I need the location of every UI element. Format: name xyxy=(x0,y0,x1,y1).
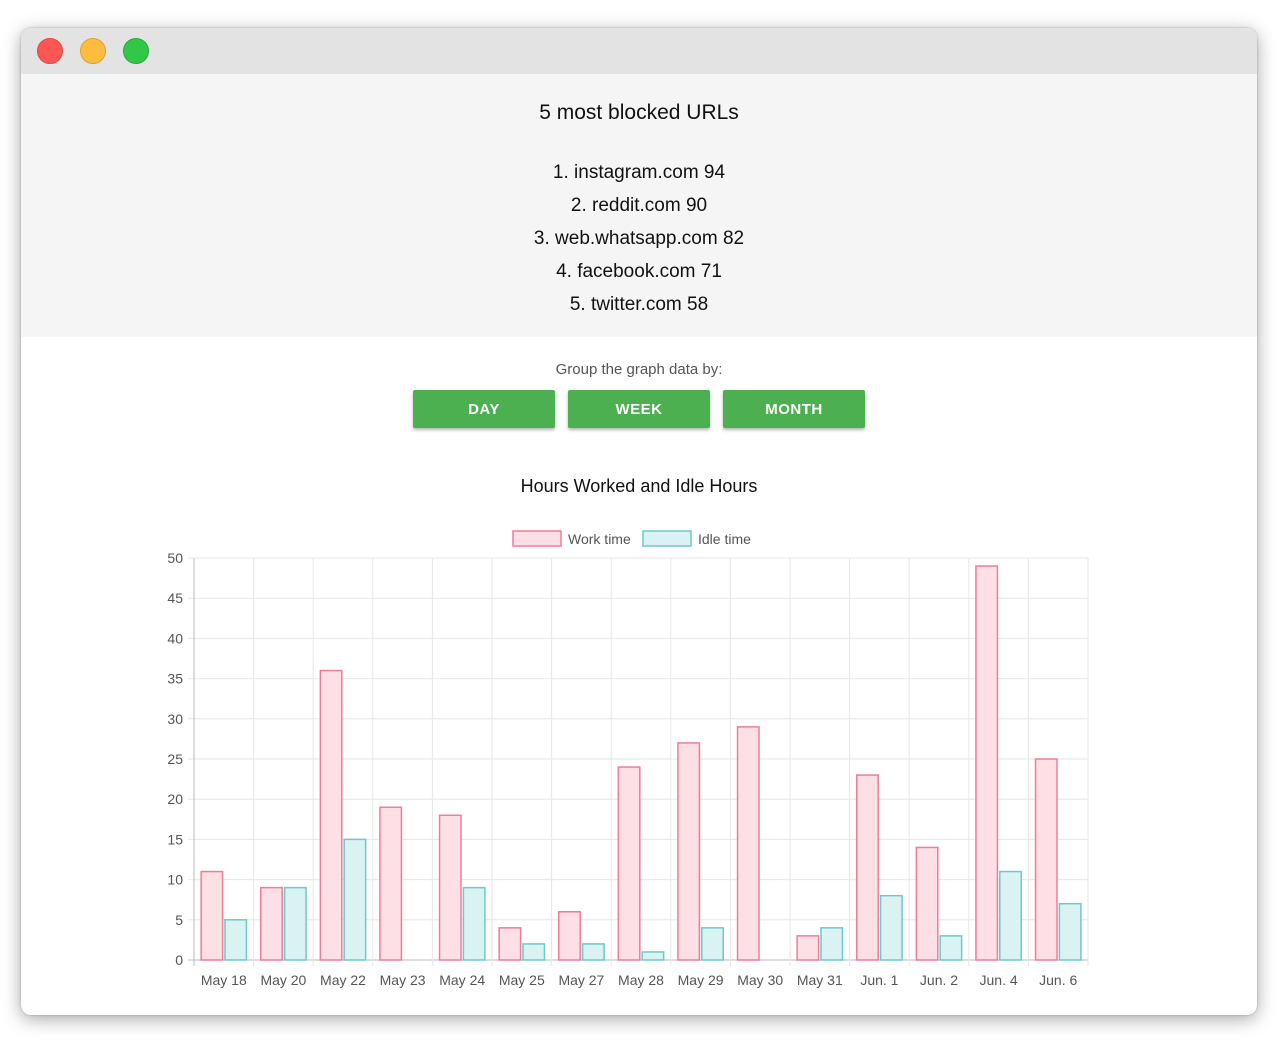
idle-time-bar xyxy=(522,943,546,961)
x-tick-label: Jun. 6 xyxy=(1039,972,1077,988)
x-tick-label: Jun. 2 xyxy=(920,972,958,988)
blocked-url-item: 5. twitter.com 58 xyxy=(569,294,709,315)
work-time-bar xyxy=(736,726,760,961)
x-tick-label: May 23 xyxy=(380,972,426,988)
legend-swatch xyxy=(512,530,562,547)
work-time-bar xyxy=(1034,758,1058,961)
hours-chart: Hours Worked and Idle Hours Work time Idle… xyxy=(21,448,1257,1008)
legend-label: Work time xyxy=(568,531,631,547)
work-time-bar xyxy=(438,814,462,961)
work-time-bar xyxy=(498,927,522,961)
x-tick-label: May 27 xyxy=(558,972,604,988)
y-tick-label: 20 xyxy=(167,791,183,807)
idle-time-bar xyxy=(462,886,486,961)
y-tick-label: 10 xyxy=(167,872,183,888)
x-tick-label: May 25 xyxy=(499,972,545,988)
x-tick-label: May 28 xyxy=(618,972,664,988)
x-tick-label: May 20 xyxy=(260,972,306,988)
y-tick-label: 35 xyxy=(167,671,183,687)
y-tick-label: 30 xyxy=(167,711,183,727)
group-by-label: Group the graph data by: xyxy=(555,361,723,378)
idle-time-bar xyxy=(701,927,724,961)
y-tick-label: 45 xyxy=(167,590,183,606)
blocked-urls-list: 1. instagram.com 94 2. reddit.com 90 3. … xyxy=(21,156,1257,321)
chart-title: Hours Worked and Idle Hours xyxy=(521,476,758,496)
idle-time-bar xyxy=(343,838,367,961)
group-by-day-button[interactable]: DAY xyxy=(413,390,555,428)
work-time-bar xyxy=(915,846,939,961)
group-by-week-button[interactable]: WEEK xyxy=(568,390,710,428)
idle-time-bar xyxy=(581,943,605,961)
work-time-bar xyxy=(677,742,701,961)
blocked-urls-panel: 5 most blocked URLs 1. instagram.com 94 … xyxy=(21,74,1257,337)
blocked-url-item: 2. reddit.com 90 xyxy=(570,195,708,216)
x-tick-label: Jun. 1 xyxy=(860,972,898,988)
idle-time-bar xyxy=(820,927,844,961)
legend-swatch xyxy=(642,530,692,547)
blocked-url-item: 1. instagram.com 94 xyxy=(552,162,726,183)
work-time-bar xyxy=(319,669,343,961)
work-time-bar xyxy=(856,774,879,961)
y-tick-label: 25 xyxy=(167,751,183,767)
idle-time-bar xyxy=(939,935,963,961)
group-by-month-button[interactable]: MONTH xyxy=(723,390,865,428)
blocked-url-item: 4. facebook.com 71 xyxy=(556,261,722,282)
idle-time-bar xyxy=(641,951,665,961)
blocked-urls-title: 5 most blocked URLs xyxy=(539,101,739,124)
x-tick-label: May 30 xyxy=(737,972,783,988)
idle-time-bar xyxy=(1058,902,1082,961)
x-tick-label: May 29 xyxy=(678,972,724,988)
work-time-bar xyxy=(617,766,641,961)
y-tick-label: 15 xyxy=(167,831,183,847)
x-tick-label: May 24 xyxy=(439,972,485,988)
work-time-bar xyxy=(260,886,283,961)
work-time-bar xyxy=(558,911,581,961)
idle-time-bar xyxy=(879,894,903,961)
work-time-bar xyxy=(379,806,403,961)
work-time-bar xyxy=(796,935,820,961)
close-window-button[interactable] xyxy=(37,38,63,64)
hours-chart-svg: Hours Worked and Idle Hours Work time Idle… xyxy=(167,476,1089,988)
legend-label: Idle time xyxy=(698,531,751,547)
blocked-url-item: 3. web.whatsapp.com 82 xyxy=(533,228,745,249)
minimize-window-button[interactable] xyxy=(80,38,106,64)
x-tick-label: Jun. 4 xyxy=(980,972,1018,988)
x-tick-label: May 31 xyxy=(797,972,843,988)
work-time-bar xyxy=(975,565,999,961)
y-tick-label: 50 xyxy=(167,550,183,566)
idle-time-bar xyxy=(283,886,307,961)
x-tick-label: May 18 xyxy=(201,972,247,988)
maximize-window-button[interactable] xyxy=(123,38,149,64)
y-tick-label: 40 xyxy=(167,630,183,646)
title-bar xyxy=(21,28,1257,74)
idle-time-bar xyxy=(999,870,1022,961)
group-by-buttons: DAY WEEK MONTH xyxy=(21,390,1257,428)
work-time-bar xyxy=(200,870,224,961)
app-window: 5 most blocked URLs 1. instagram.com 94 … xyxy=(21,28,1257,1015)
y-tick-label: 0 xyxy=(175,952,183,968)
idle-time-bar xyxy=(224,919,248,961)
x-tick-label: May 22 xyxy=(320,972,366,988)
y-tick-label: 5 xyxy=(175,912,183,928)
